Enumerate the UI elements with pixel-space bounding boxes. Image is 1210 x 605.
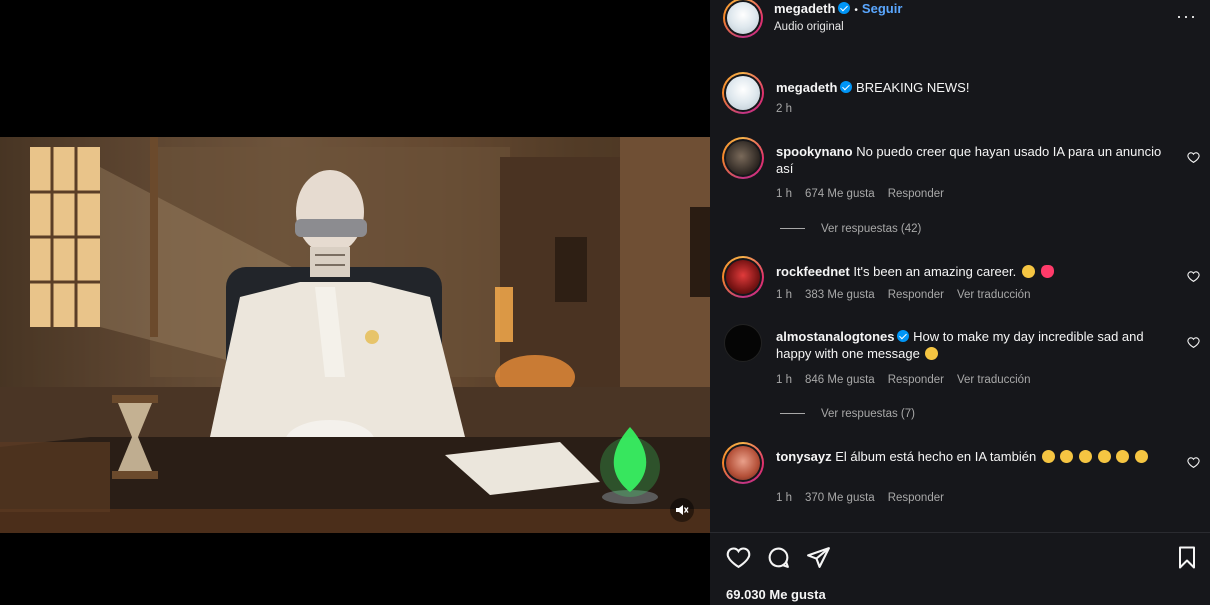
post-actions-bar — [710, 540, 1210, 576]
comment-icon[interactable] — [766, 545, 791, 570]
heart-icon[interactable] — [726, 545, 751, 570]
author-username[interactable]: megadeth — [774, 1, 835, 16]
comment-text: almostanalogtones How to make my day inc… — [776, 328, 1176, 362]
laugh-emoji-icon — [1041, 450, 1055, 463]
caption-text: megadeth BREAKING NEWS! — [776, 79, 1176, 96]
laugh-emoji-icon — [1079, 450, 1093, 463]
verified-badge-icon — [897, 330, 910, 342]
video-player[interactable] — [0, 137, 710, 533]
replies-divider-line — [780, 413, 805, 415]
comment-text: rockfeednet It's been an amazing career. — [776, 263, 1176, 280]
laugh-emoji-icon — [1116, 450, 1130, 463]
verified-badge-icon — [840, 81, 853, 93]
caption-author-avatar[interactable] — [722, 72, 764, 114]
comment-meta: 1 h 674 Me gusta Responder — [776, 188, 957, 200]
author-avatar[interactable] — [723, 0, 763, 38]
comment-username[interactable]: almostanalogtones — [776, 329, 894, 344]
caption-meta: 2 h — [776, 103, 805, 115]
commenter-avatar[interactable] — [722, 137, 764, 179]
comment-meta: 1 h 370 Me gusta Responder — [776, 492, 957, 504]
comment-meta: 1 h 383 Me gusta Responder Ver traducción — [776, 289, 1043, 301]
mute-button[interactable] — [670, 498, 694, 522]
reply-button[interactable]: Responder — [888, 289, 944, 301]
translate-button[interactable]: Ver traducción — [957, 374, 1031, 386]
laugh-emoji-icon — [1097, 450, 1111, 463]
comment-username[interactable]: rockfeednet — [776, 264, 850, 279]
comment-body: El álbum está hecho en IA también — [835, 449, 1037, 464]
commenter-avatar[interactable] — [722, 256, 764, 298]
heart-icon[interactable] — [1187, 270, 1200, 283]
commenter-avatar[interactable] — [722, 442, 764, 484]
comment-likes[interactable]: 370 Me gusta — [805, 492, 875, 504]
laugh-emoji-icon — [1060, 450, 1074, 463]
commenter-avatar[interactable] — [724, 324, 762, 362]
caption-time: 2 h — [776, 103, 792, 115]
bookmark-icon[interactable] — [1175, 545, 1199, 570]
view-replies-label: Ver respuestas (42) — [821, 223, 922, 235]
laugh-emoji-icon — [1134, 450, 1148, 463]
comment-text: spookynano No puedo creer que hayan usad… — [776, 143, 1176, 177]
reply-button[interactable]: Responder — [888, 492, 944, 504]
comment-likes[interactable]: 383 Me gusta — [805, 289, 875, 301]
comment-username[interactable]: spookynano — [776, 144, 853, 159]
view-replies-button[interactable]: Ver respuestas (7) — [780, 408, 915, 420]
comment-time: 1 h — [776, 188, 792, 200]
comment-time: 1 h — [776, 289, 792, 301]
video-frame-illustration — [0, 137, 710, 533]
comment-likes[interactable]: 674 Me gusta — [805, 188, 875, 200]
follow-button[interactable]: Seguir — [862, 1, 902, 16]
media-area — [0, 0, 710, 605]
comment-username[interactable]: tonysayz — [776, 449, 832, 464]
verified-badge-icon — [838, 2, 851, 14]
caption-username[interactable]: megadeth — [776, 80, 837, 95]
audio-label[interactable]: Audio original — [774, 21, 844, 33]
mute-icon — [676, 505, 689, 515]
comment-time: 1 h — [776, 374, 792, 386]
panel-divider — [710, 532, 1210, 533]
view-replies-label: Ver respuestas (7) — [821, 408, 915, 420]
separator-dot: • — [854, 5, 858, 16]
comment-body: It's been an amazing career. — [853, 264, 1017, 279]
heart-icon[interactable] — [1187, 336, 1200, 349]
heart-icon[interactable] — [1187, 456, 1200, 469]
reply-button[interactable]: Responder — [888, 188, 944, 200]
replies-divider-line — [780, 228, 805, 230]
more-options-icon[interactable]: ··· — [1176, 6, 1197, 27]
reply-button[interactable]: Responder — [888, 374, 944, 386]
caption-body: BREAKING NEWS! — [856, 80, 970, 95]
post-side-panel: megadeth • Seguir Audio original ··· megad… — [710, 0, 1210, 605]
likes-count[interactable]: 69.030 Me gusta — [726, 587, 826, 602]
comment-time: 1 h — [776, 492, 792, 504]
translate-button[interactable]: Ver traducción — [957, 289, 1031, 301]
comment-meta: 1 h 846 Me gusta Responder Ver traducción — [776, 374, 1043, 386]
post-header: megadeth • Seguir — [774, 1, 902, 16]
share-icon[interactable] — [806, 545, 831, 570]
heart-icon[interactable] — [1187, 151, 1200, 164]
view-replies-button[interactable]: Ver respuestas (42) — [780, 223, 921, 235]
comment-likes[interactable]: 846 Me gusta — [805, 374, 875, 386]
heart-emoji-icon — [1040, 265, 1054, 278]
clap-emoji-icon — [1021, 265, 1035, 278]
comment-text: tonysayz El álbum está hecho en IA tambi… — [776, 448, 1176, 465]
sad-emoji-icon — [925, 347, 939, 360]
